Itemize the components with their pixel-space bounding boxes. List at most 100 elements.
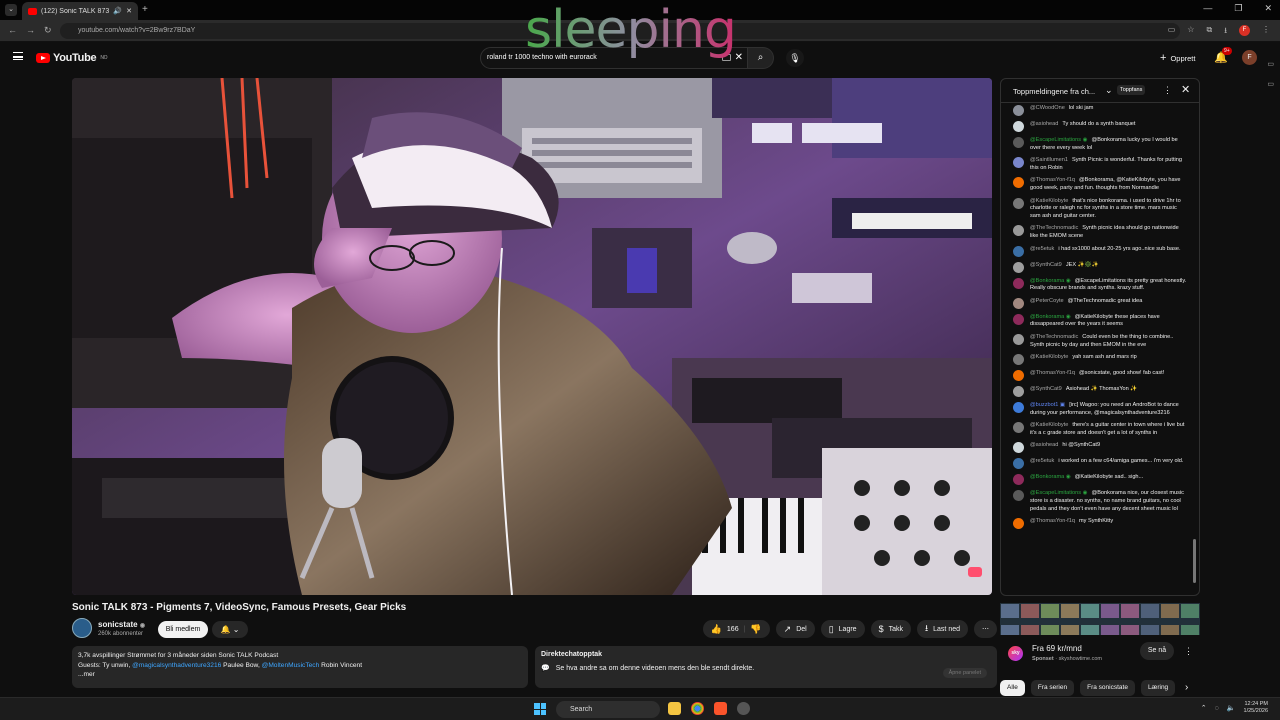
app-icon[interactable] — [737, 702, 750, 715]
search-button[interactable]: ⌕ — [748, 47, 774, 69]
extensions-icon[interactable]: ⧉ — [1206, 25, 1212, 39]
chat-author-name[interactable]: @TheTechnomadic — [1030, 334, 1078, 340]
chat-author-avatar[interactable] — [1013, 422, 1024, 434]
promo-banner[interactable] — [1000, 603, 1200, 635]
description-more[interactable]: ...mer — [78, 670, 522, 680]
chat-author-avatar[interactable] — [1013, 245, 1024, 257]
chat-author-name[interactable]: @KatieKilobyte — [1030, 354, 1068, 360]
account-avatar[interactable]: F — [1242, 50, 1257, 65]
chat-author-name[interactable]: @ThomasYon-f1q — [1030, 370, 1075, 376]
brave-icon[interactable] — [714, 702, 727, 715]
chat-author-name[interactable]: @PeterCoyte — [1030, 298, 1064, 304]
chat-author-name[interactable]: @EscapeLimitations ◉ — [1030, 137, 1088, 143]
chip-from-channel[interactable]: Fra sonicstate — [1080, 680, 1135, 696]
taskbar-search[interactable]: Search — [556, 701, 660, 718]
volume-icon[interactable]: 🔈 — [1227, 704, 1236, 712]
voice-search-button[interactable]: 🎙 — [786, 49, 804, 67]
chat-author-avatar[interactable] — [1013, 297, 1024, 309]
maximize-button[interactable]: ❐ — [1234, 3, 1242, 14]
close-window-button[interactable]: ✕ — [1264, 3, 1272, 14]
chat-author-avatar[interactable] — [1013, 333, 1024, 345]
download-button[interactable]: ⭳ Last ned — [916, 620, 968, 638]
chat-author-avatar[interactable] — [1013, 370, 1024, 382]
chat-author-name[interactable]: @SynthCat9 — [1030, 262, 1062, 268]
browser-menu-icon[interactable]: ⋮ — [1262, 25, 1270, 39]
chat-author-avatar[interactable] — [1013, 261, 1024, 273]
channel-avatar[interactable] — [72, 618, 92, 638]
chat-author-avatar[interactable] — [1013, 518, 1024, 530]
clock[interactable]: 12:24 PM 1/25/2026 — [1244, 701, 1268, 715]
chat-author-avatar[interactable] — [1013, 137, 1024, 148]
chat-author-avatar[interactable] — [1013, 442, 1024, 454]
reload-icon[interactable]: ↻ — [44, 25, 52, 36]
create-button[interactable]: + Opprett — [1160, 52, 1195, 64]
chat-author-avatar[interactable] — [1013, 277, 1024, 289]
youtube-watermark-icon[interactable] — [968, 567, 982, 577]
guest-link-1[interactable]: @magicalsynthadventure3216 — [132, 662, 221, 669]
tab-close-icon[interactable]: ✕ — [126, 7, 132, 15]
side-rail-icon-1[interactable]: ▭ — [1267, 60, 1274, 68]
chat-author-name[interactable]: @KatieKilobyte — [1030, 422, 1068, 428]
chat-close-icon[interactable]: ✕ — [1181, 83, 1190, 96]
chat-author-name[interactable]: @CWoodOne — [1030, 105, 1065, 111]
audio-icon[interactable]: 🔊 — [113, 7, 122, 15]
more-actions-button[interactable]: ⋯ — [974, 620, 997, 638]
chat-author-avatar[interactable] — [1013, 225, 1024, 237]
chat-author-name[interactable]: @Bonkorama ◉ — [1030, 314, 1071, 320]
tab-search-button[interactable]: ⌄ — [5, 4, 17, 16]
chat-author-avatar[interactable] — [1013, 474, 1024, 486]
chat-author-avatar[interactable] — [1013, 197, 1024, 209]
like-dislike-button[interactable]: 👍 166 | 👎 — [702, 620, 770, 638]
chat-author-name[interactable]: @KatieKilobyte — [1030, 198, 1068, 204]
chat-author-avatar[interactable] — [1013, 490, 1024, 502]
tray-overflow-icon[interactable]: ⌃ — [1201, 704, 1207, 712]
chat-author-avatar[interactable] — [1013, 121, 1024, 132]
thumbs-down-icon[interactable]: 👎 — [750, 624, 761, 635]
chat-author-avatar[interactable] — [1013, 313, 1024, 325]
chip-learning[interactable]: Læring — [1140, 680, 1176, 696]
chip-all[interactable]: Alle — [1000, 680, 1025, 696]
chat-author-avatar[interactable] — [1013, 105, 1024, 116]
chat-author-name[interactable]: @re5etuk — [1030, 246, 1054, 252]
chat-author-avatar[interactable] — [1013, 157, 1024, 169]
chat-filter-title[interactable]: Toppmeldingene fra ch... — [1013, 87, 1095, 96]
chat-author-name[interactable]: @Bonkorama ◉ — [1030, 474, 1071, 480]
chat-author-avatar[interactable] — [1013, 386, 1024, 398]
youtube-logo[interactable]: YouTube NO — [36, 52, 108, 64]
share-button[interactable]: ↗ Del — [775, 620, 815, 638]
promo-more-icon[interactable]: ⋮ — [1184, 646, 1193, 657]
side-rail-icon-2[interactable]: ▭ — [1267, 80, 1274, 88]
chat-author-name[interactable]: @buzzbot1 ▣ — [1030, 402, 1065, 408]
chat-author-name[interactable]: @ThomasYon-f1q — [1030, 177, 1075, 183]
chat-author-name[interactable]: @Bonkorama ◉ — [1030, 278, 1071, 284]
chat-author-name[interactable]: @Saintllumen1 — [1030, 157, 1068, 163]
chat-author-name[interactable]: @TheTechnomadic — [1030, 225, 1078, 231]
chat-author-name[interactable]: @SynthCat9 — [1030, 386, 1062, 392]
top-fans-button[interactable]: Toppfans — [1117, 85, 1146, 95]
file-explorer-icon[interactable] — [668, 702, 681, 715]
chat-author-avatar[interactable] — [1013, 354, 1024, 366]
chip-from-series[interactable]: Fra serien — [1030, 680, 1075, 696]
chat-author-name[interactable]: @re5etuk — [1030, 458, 1054, 464]
chat-author-name[interactable]: @EscapeLimitations ◉ — [1030, 490, 1088, 496]
thanks-button[interactable]: $ Takk — [870, 620, 911, 638]
network-icon[interactable]: ◌ — [1215, 705, 1219, 712]
subscription-bell-button[interactable]: 🔔 ⌄ — [212, 621, 248, 638]
windows-start-icon[interactable] — [534, 703, 546, 715]
cast-icon[interactable]: ▭ — [1168, 25, 1176, 39]
new-tab-button[interactable]: + — [142, 4, 148, 15]
description-box[interactable]: 3,7k avspillinger Strømmet for 3 måneder… — [72, 646, 528, 688]
chevron-down-icon[interactable]: ⌄ — [1105, 85, 1113, 96]
channel-name[interactable]: sonicstate ◉ — [98, 620, 145, 629]
chips-next-icon[interactable]: › — [1185, 682, 1188, 693]
chat-author-avatar[interactable] — [1013, 402, 1024, 414]
hamburger-menu-icon[interactable] — [13, 52, 23, 60]
chat-scrollbar[interactable] — [1193, 539, 1196, 583]
thumbs-up-icon[interactable]: 👍 — [711, 624, 722, 635]
video-player[interactable] — [72, 78, 992, 595]
bookmark-star-icon[interactable]: ☆ — [1187, 25, 1194, 39]
chat-more-icon[interactable]: ⋮ — [1163, 85, 1172, 96]
watch-now-button[interactable]: Se nå — [1140, 642, 1174, 660]
forward-icon[interactable]: → — [26, 25, 35, 35]
browser-tab[interactable]: (122) Sonic TALK 873 - Pig 🔊 ✕ — [22, 2, 138, 20]
